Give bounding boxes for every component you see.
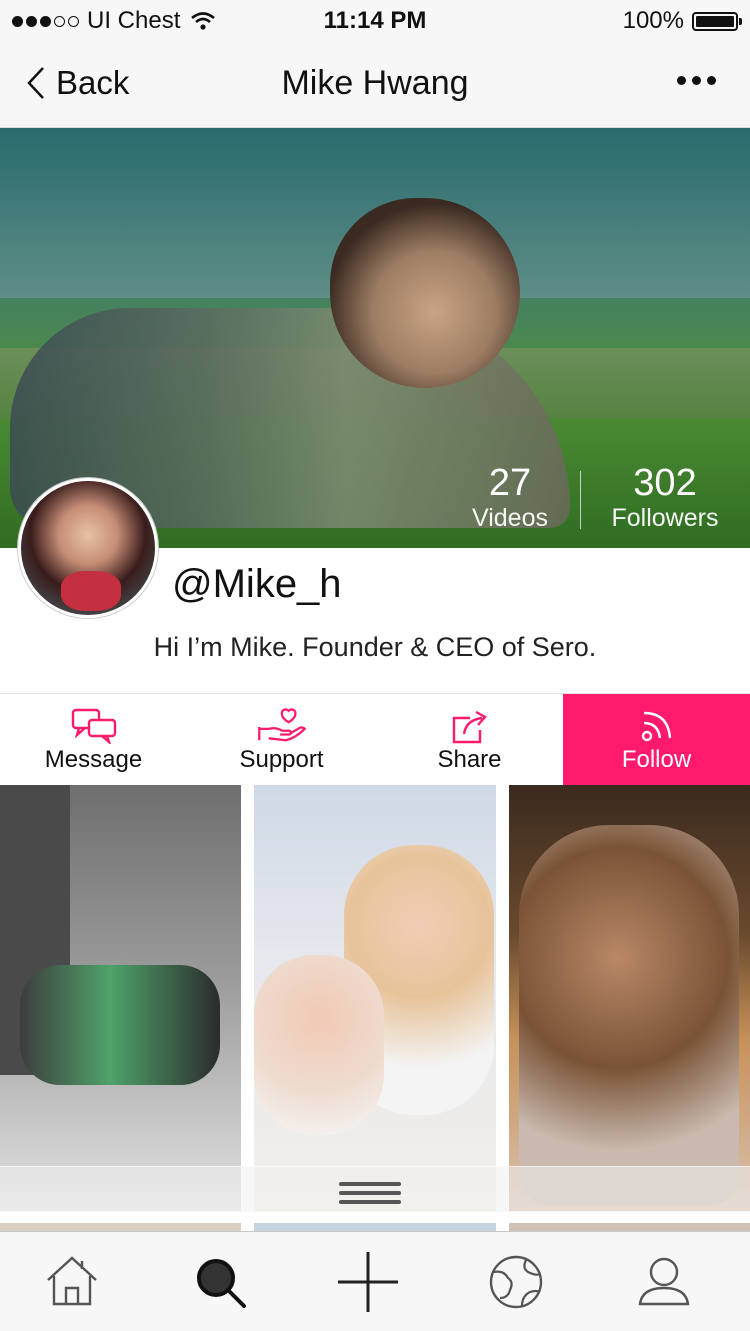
more-dot — [677, 76, 686, 85]
rss-icon — [641, 711, 671, 742]
tab-add[interactable] — [338, 1252, 398, 1312]
stats-divider — [580, 471, 581, 529]
support-label: Support — [239, 746, 324, 773]
share-label: Share — [437, 746, 502, 773]
video-thumbnail-peek — [0, 1223, 241, 1231]
heart-hand-icon — [257, 708, 306, 742]
video-thumbnail-peek — [509, 1223, 750, 1231]
handle-line — [339, 1200, 401, 1204]
home-icon — [47, 1256, 97, 1306]
tab-search[interactable] — [190, 1252, 250, 1312]
video-thumbnail-children[interactable] — [254, 785, 496, 1211]
follow-label: Follow — [621, 746, 692, 773]
more-dot — [692, 76, 701, 85]
stat-videos-count: 27 — [488, 462, 532, 504]
tab-bar — [0, 1231, 750, 1331]
more-dot — [707, 76, 716, 85]
navigation-bar: Back Mike Hwang — [0, 42, 750, 128]
share-icon — [452, 710, 487, 744]
status-right: 100% — [622, 7, 742, 35]
chat-bubbles-icon — [71, 708, 116, 744]
share-button[interactable]: Share — [376, 694, 563, 786]
search-icon — [197, 1259, 246, 1308]
drag-handle-icon[interactable] — [339, 1182, 401, 1209]
support-button[interactable]: Support — [188, 694, 375, 786]
tab-home[interactable] — [42, 1252, 102, 1312]
more-button[interactable] — [677, 76, 716, 85]
profile-bio: Hi I’m Mike. Founder & CEO of Sero. — [153, 632, 597, 662]
follow-button[interactable]: Follow — [563, 694, 750, 786]
battery-icon — [692, 11, 742, 31]
globe-icon — [489, 1255, 543, 1309]
stat-videos-label: Videos — [472, 504, 548, 532]
video-gallery — [0, 785, 750, 1231]
stat-videos[interactable]: 27 Videos — [440, 463, 580, 533]
avatar[interactable] — [18, 478, 158, 618]
battery-percent: 100% — [622, 7, 684, 34]
video-thumbnail-breakdancer[interactable] — [0, 785, 241, 1211]
stat-followers[interactable]: 302 Followers — [595, 463, 735, 533]
tab-profile[interactable] — [634, 1252, 694, 1312]
action-bar: Message Support Share Follow — [0, 693, 750, 786]
tab-explore[interactable] — [486, 1252, 546, 1312]
video-thumbnail-peek — [254, 1223, 496, 1231]
plus-icon — [338, 1252, 398, 1312]
username: @Mike_h — [172, 562, 342, 606]
handle-line — [339, 1191, 401, 1195]
profile-stats: 27 Videos 302 Followers — [440, 463, 750, 533]
message-button[interactable]: Message — [0, 694, 187, 786]
message-label: Message — [44, 746, 143, 773]
page-title: Mike Hwang — [281, 64, 469, 102]
video-thumbnail-driver[interactable] — [509, 785, 750, 1211]
profile-icon — [638, 1257, 690, 1306]
handle-line — [339, 1182, 401, 1186]
stat-followers-count: 302 — [633, 462, 697, 504]
status-bar: UI Chest 11:14 PM 100% — [0, 0, 750, 42]
stat-followers-label: Followers — [611, 504, 719, 532]
